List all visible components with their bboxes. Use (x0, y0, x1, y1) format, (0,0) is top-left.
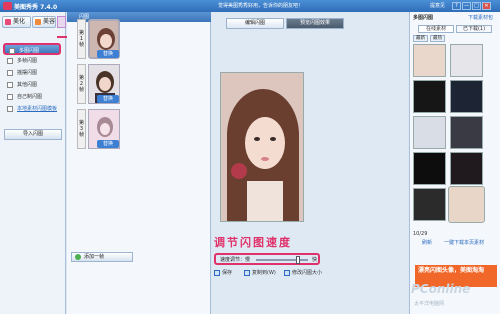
watermark-brand: PConline (411, 282, 471, 296)
material-thumb[interactable] (413, 80, 446, 113)
material-thumb[interactable] (413, 152, 446, 185)
save-label: 保存 (222, 270, 233, 276)
download-pack-link[interactable]: 下载素材包 (468, 15, 493, 22)
preview-photo (220, 72, 304, 222)
material-panel: 多图闪图 下载素材包 在线素材 已下载(1) 最新 最热 10/29 刷新 一键… (409, 12, 500, 314)
beautify-label: 美化 (13, 18, 26, 25)
multi-frame-icon (7, 58, 13, 64)
title-bar: 美图秀秀 7.4.0 觉得美图秀秀好用，告诉你的朋友吧！ 提意见 ? — □ ✕ (0, 0, 500, 12)
copy-to-button[interactable]: 复制到(W) (244, 268, 276, 278)
material-thumb[interactable] (450, 44, 483, 77)
swing-icon (7, 70, 13, 76)
left-panel: 美化 美容 多图闪图 多帧闪图 摇摆闪图 其他闪图 自己制闪图 本地素材闪图模板… (0, 12, 66, 314)
resize-button[interactable]: 修改闪图大小 (284, 268, 322, 278)
material-thumb[interactable] (413, 116, 446, 149)
material-thumb[interactable] (413, 188, 446, 221)
menu-label: 摇摆闪图 (17, 70, 38, 76)
bottom-toolbar: 保存 复制到(W) 修改闪图大小 (212, 268, 408, 278)
swap-button[interactable]: 替换 (97, 50, 119, 58)
custom-icon (7, 94, 13, 100)
beautify-icon (5, 19, 11, 25)
app-logo (3, 2, 12, 10)
tab-preview[interactable]: 预览闪图效果 (286, 18, 344, 29)
copy-icon (244, 270, 250, 276)
menu-label: 自己制闪图 (17, 94, 43, 100)
swap-button[interactable]: 替换 (97, 95, 119, 103)
material-thumb[interactable] (413, 44, 446, 77)
material-panel-title: 多图闪图 (413, 15, 434, 21)
menu-item-multi-frame[interactable]: 多帧闪图 (3, 55, 61, 67)
material-thumb[interactable] (450, 80, 483, 113)
frame-number: 第1帧 (77, 19, 86, 59)
save-icon (214, 270, 220, 276)
material-thumb[interactable] (450, 152, 483, 185)
minimize-button[interactable]: — (462, 2, 471, 10)
beauty-mode-button[interactable]: 美容 (32, 16, 56, 28)
plus-icon (75, 254, 81, 260)
menu-item-multi-image[interactable]: 多图闪图 (3, 43, 61, 55)
speed-label: 速度调节：慢 (220, 257, 251, 263)
tab-downloaded[interactable]: 已下载(1) (456, 25, 492, 33)
refresh-button[interactable]: 刷新 (422, 240, 432, 247)
beauty-label: 美容 (43, 18, 56, 25)
beautify-mode-button[interactable]: 美化 (2, 16, 31, 28)
tab-online-material[interactable]: 在线素材 (418, 25, 454, 33)
copy-label: 复制到(W) (252, 270, 276, 276)
menu-label: 多帧闪图 (17, 58, 38, 64)
menu-label: 其他闪图 (17, 82, 38, 88)
speed-control: 速度调节：慢 快 (214, 253, 320, 265)
category-hottest[interactable]: 最热 (430, 35, 445, 42)
resize-icon (284, 270, 290, 276)
page-indicator: 10/29 (413, 231, 428, 237)
close-button[interactable]: ✕ (482, 2, 491, 10)
maximize-button[interactable]: □ (472, 2, 481, 10)
flash-menu: 多图闪图 多帧闪图 摇摆闪图 其他闪图 自己制闪图 本地素材闪图模板 (3, 43, 61, 115)
add-frame-label: 添加一帧 (84, 254, 105, 260)
title-hint[interactable]: 觉得美图秀秀好用，告诉你的朋友吧！ (218, 2, 303, 9)
speed-slider-thumb[interactable] (295, 256, 300, 264)
material-thumb-selected[interactable] (448, 186, 485, 223)
material-thumb[interactable] (450, 116, 483, 149)
download-all-button[interactable]: 一键下载本页素材 (444, 240, 484, 247)
speed-slider-track[interactable] (256, 259, 308, 261)
menu-label: 多图闪图 (19, 48, 40, 54)
menu-label: 本地素材闪图模板 (17, 106, 58, 112)
local-template-link[interactable]: 本地素材闪图模板 (3, 103, 61, 115)
tab-edit[interactable]: 编辑闪图 (226, 18, 284, 29)
swap-button[interactable]: 替换 (97, 140, 119, 148)
makeup-icon (35, 19, 41, 25)
feedback-button[interactable]: 提意见 (430, 2, 450, 10)
frame-1[interactable]: 第1帧 替换 (71, 17, 131, 61)
more-modes-button[interactable] (57, 16, 66, 28)
frame-number: 第2帧 (77, 64, 86, 104)
frame-3[interactable]: 第3帧 替换 (71, 107, 131, 151)
menu-item-other[interactable]: 其他闪图 (3, 79, 61, 91)
help-button[interactable]: ? (452, 2, 461, 10)
speed-fast-label: 快 (312, 257, 318, 263)
save-button[interactable]: 保存 (214, 268, 232, 278)
multi-image-icon (9, 48, 15, 54)
app-title: 美图秀秀 7.4.0 (14, 4, 58, 11)
resize-label: 修改闪图大小 (292, 270, 323, 276)
folder-icon (7, 106, 13, 112)
main-area: 编辑闪图 预览闪图效果 调节闪图速度 速度调节：慢 快 保存 复制到(W) 修改… (212, 12, 408, 314)
add-frame-button[interactable]: 添加一帧 (71, 252, 133, 262)
menu-item-swing[interactable]: 摇摆闪图 (3, 67, 61, 79)
menu-item-custom[interactable]: 自己制闪图 (3, 91, 61, 103)
frame-panel: 闪图 第1帧 替换 第2帧 替换 第3帧 替换 添加一帧 (67, 12, 211, 314)
import-flash-button[interactable]: 导入闪图 (4, 129, 62, 140)
other-icon (7, 82, 13, 88)
watermark-sub: 太平洋电脑网 (414, 301, 445, 307)
frame-number: 第3帧 (77, 109, 86, 149)
speed-caption: 调节闪图速度 (214, 236, 292, 249)
frame-2[interactable]: 第2帧 替换 (71, 62, 131, 106)
category-newest[interactable]: 最新 (413, 35, 428, 42)
